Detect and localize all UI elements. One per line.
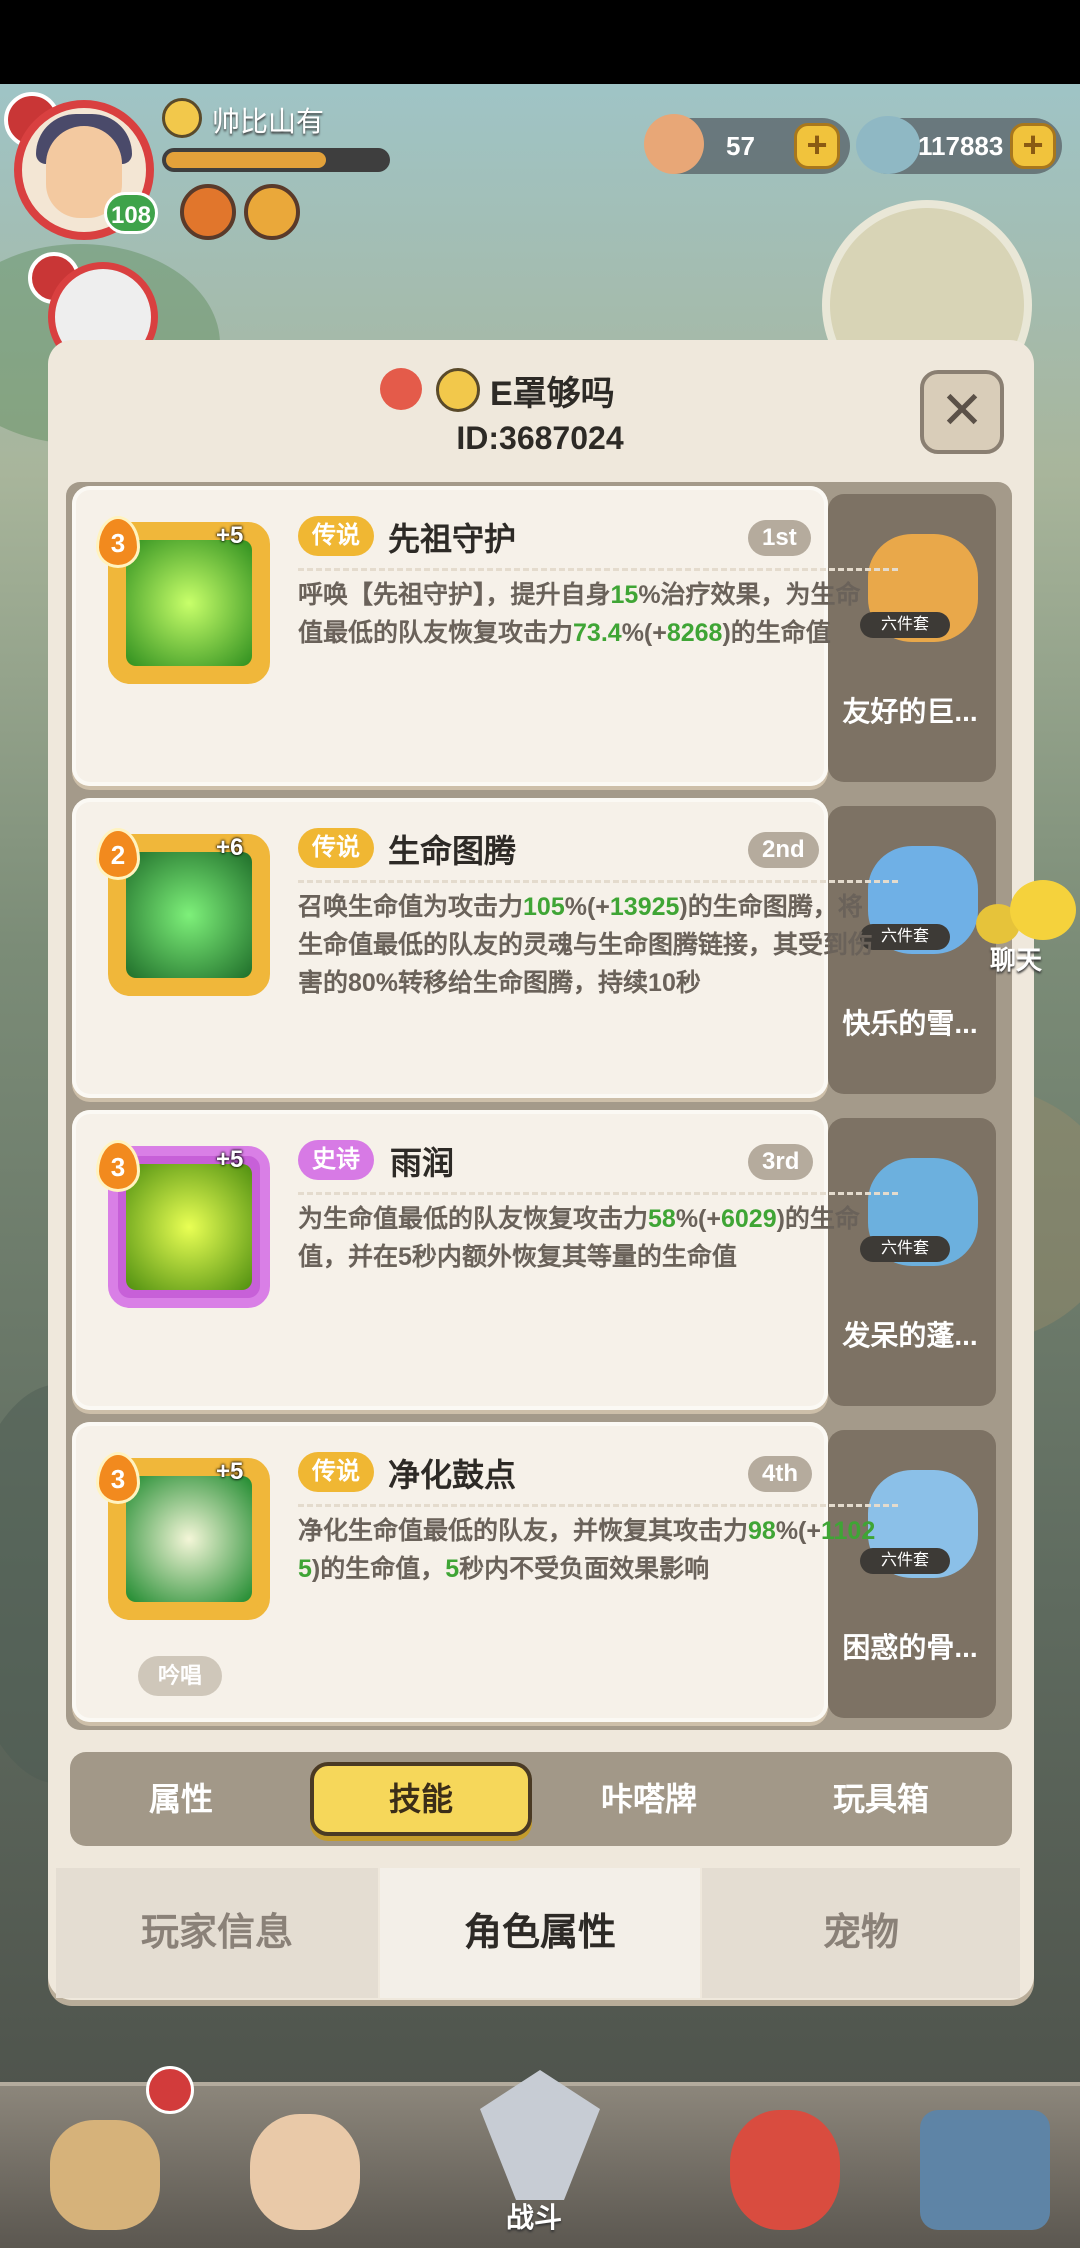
tab-skills[interactable]: 技能 bbox=[310, 1762, 532, 1836]
sub-tab-bar: 属性 技能 咔嗒牌 玩具箱 bbox=[70, 1752, 1012, 1846]
rarity-badge: 传说 bbox=[298, 828, 374, 868]
rarity-badge: 传说 bbox=[298, 516, 374, 556]
shell-icon bbox=[644, 114, 704, 174]
skill-text: 呼唤【先祖守护】，提升自身 bbox=[298, 581, 611, 609]
experience-fill bbox=[166, 152, 326, 168]
pearl-icon bbox=[856, 116, 920, 174]
skill-name: 净化鼓点 bbox=[388, 1457, 517, 1493]
player-id: ID:3687024 bbox=[456, 420, 624, 456]
player-name: 帅比山有 bbox=[212, 106, 325, 137]
skill-text: %(+ bbox=[564, 893, 610, 921]
skill-order-badge: 3rd bbox=[748, 1144, 814, 1180]
medal-icon[interactable] bbox=[180, 184, 236, 240]
skill-name: 雨润 bbox=[390, 1145, 455, 1181]
skill-text: %(+ bbox=[621, 619, 667, 647]
skill-order-badge: 2nd bbox=[748, 832, 819, 868]
chat-icon[interactable] bbox=[1010, 880, 1076, 940]
skill-value: 6029 bbox=[720, 1205, 777, 1233]
tab-pets[interactable]: 宠物 bbox=[702, 1868, 1020, 1998]
add-shell-button[interactable]: + bbox=[794, 123, 840, 169]
notification-bell-icon bbox=[146, 2066, 194, 2114]
pearl-amount: 117883 bbox=[918, 131, 1004, 161]
skill-text: )的生命值 bbox=[722, 619, 831, 647]
skull-icon bbox=[380, 368, 422, 410]
nav-battle-label: 战斗 bbox=[506, 2202, 563, 2233]
medal-icon[interactable] bbox=[244, 184, 300, 240]
chant-badge: 吟唱 bbox=[138, 1656, 222, 1696]
skill-plus-level: +6 bbox=[216, 834, 244, 861]
skill-value: 58 bbox=[648, 1205, 676, 1233]
status-bar bbox=[0, 0, 1080, 84]
skill-name: 生命图腾 bbox=[388, 833, 517, 869]
tab-attributes[interactable]: 属性 bbox=[70, 1762, 292, 1836]
modal-title: E罩够吗 bbox=[490, 375, 615, 413]
skill-plus-level: +5 bbox=[216, 1458, 244, 1485]
divider bbox=[298, 568, 898, 571]
set-name: 困惑的骨... bbox=[842, 1632, 978, 1663]
set-name: 发呆的蓬... bbox=[842, 1320, 978, 1351]
skill-value: 13925 bbox=[609, 893, 680, 921]
divider bbox=[298, 1192, 898, 1195]
skill-value: 15 bbox=[610, 581, 639, 609]
skill-text: %(+ bbox=[675, 1205, 721, 1233]
skill-text: 为生命值最低的队友恢复攻击力 bbox=[298, 1205, 649, 1233]
skill-order-badge: 1st bbox=[748, 520, 811, 556]
skill-text: 净化生命值最低的队友，并恢复其攻击力 bbox=[298, 1517, 749, 1545]
chat-label[interactable]: 聊天 bbox=[990, 940, 1042, 977]
close-button[interactable]: ✕ bbox=[920, 370, 1004, 454]
skill-value: 73.4 bbox=[573, 619, 622, 647]
skill-order-badge: 4th bbox=[748, 1456, 812, 1492]
skill-text: 召唤生命值为攻击力 bbox=[298, 893, 524, 921]
skill-text: 秒内不受负面效果影响 bbox=[459, 1555, 710, 1583]
player-level-badge: 108 bbox=[104, 192, 158, 234]
pearl-currency: 117883 + bbox=[856, 116, 1062, 174]
tab-kada-cards[interactable]: 咔嗒牌 bbox=[538, 1762, 760, 1836]
skill-text: %(+ bbox=[775, 1517, 821, 1545]
smiley-emblem-icon bbox=[162, 98, 202, 138]
nav-pets-button[interactable] bbox=[20, 2090, 180, 2240]
main-tab-bar: 玩家信息 角色属性 宠物 bbox=[56, 1868, 1020, 1998]
skill-description: 为生命值最低的队友恢复攻击力58%(+6029)的生命值，并在5秒内额外恢复其等… bbox=[298, 1200, 878, 1276]
skill-card[interactable]: 2 +6 传说 生命图腾 2nd 召唤生命值为攻击力105%(+13925)的生… bbox=[72, 798, 898, 1098]
skill-value: 98 bbox=[748, 1517, 776, 1545]
skill-name: 先祖守护 bbox=[388, 521, 517, 557]
tab-character-attributes[interactable]: 角色属性 bbox=[380, 1868, 700, 1998]
rarity-badge: 史诗 bbox=[298, 1140, 374, 1180]
skill-text: )的生命值， bbox=[311, 1555, 446, 1583]
add-pearl-button[interactable]: + bbox=[1010, 123, 1056, 169]
skill-description: 呼唤【先祖守护】，提升自身15%治疗效果，为生命值最低的队友恢复攻击力73.4%… bbox=[298, 576, 878, 652]
smiley-emblem-icon bbox=[436, 368, 480, 412]
tab-player-info[interactable]: 玩家信息 bbox=[56, 1868, 378, 1998]
divider bbox=[298, 880, 898, 883]
divider bbox=[298, 1504, 898, 1507]
skill-plus-level: +5 bbox=[216, 522, 244, 549]
rarity-badge: 传说 bbox=[298, 1452, 374, 1492]
shell-currency: 57 + bbox=[644, 114, 850, 174]
set-name: 快乐的雪... bbox=[842, 1008, 978, 1039]
skill-card[interactable]: 3 +5 传说 先祖守护 1st 呼唤【先祖守护】，提升自身15%治疗效果，为生… bbox=[72, 486, 898, 786]
skill-value: 105 bbox=[523, 893, 565, 921]
skill-value: 8268 bbox=[666, 619, 723, 647]
set-name: 友好的巨... bbox=[842, 696, 978, 727]
shell-amount: 57 bbox=[726, 131, 755, 161]
nav-shop-button[interactable] bbox=[700, 2090, 860, 2240]
tab-toy-box[interactable]: 玩具箱 bbox=[770, 1762, 992, 1836]
skill-card[interactable]: 3 +5 史诗 雨润 3rd 为生命值最低的队友恢复攻击力58%(+6029)的… bbox=[72, 1110, 898, 1410]
skill-description: 净化生命值最低的队友，并恢复其攻击力98%(+11025)的生命值，5秒内不受负… bbox=[298, 1512, 878, 1588]
nav-guild-button[interactable] bbox=[900, 2090, 1060, 2240]
skill-value: 5 bbox=[445, 1555, 460, 1583]
nav-heroes-button[interactable] bbox=[220, 2090, 380, 2240]
skill-plus-level: +5 bbox=[216, 1146, 244, 1173]
skill-description: 召唤生命值为攻击力105%(+13925)的生命图腾，将生命值最低的队友的灵魂与… bbox=[298, 888, 878, 1002]
